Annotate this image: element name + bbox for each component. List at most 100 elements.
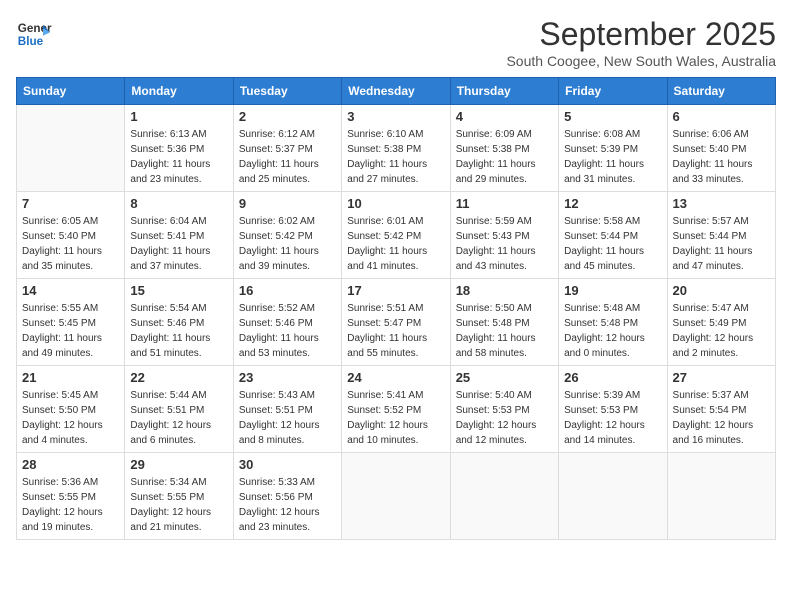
calendar-cell: 9 Sunrise: 6:02 AMSunset: 5:42 PMDaylight… <box>233 192 341 279</box>
day-number: 15 <box>130 283 227 298</box>
day-info: Sunrise: 6:02 AMSunset: 5:42 PMDaylight:… <box>239 214 336 274</box>
day-info: Sunrise: 5:41 AMSunset: 5:52 PMDaylight:… <box>347 388 444 448</box>
weekday-header-thursday: Thursday <box>450 78 558 105</box>
day-number: 1 <box>130 109 227 124</box>
day-info: Sunrise: 6:01 AMSunset: 5:42 PMDaylight:… <box>347 214 444 274</box>
logo: General Blue <box>16 16 52 52</box>
day-number: 9 <box>239 196 336 211</box>
day-info: Sunrise: 5:59 AMSunset: 5:43 PMDaylight:… <box>456 214 553 274</box>
calendar-cell <box>17 105 125 192</box>
weekday-header-monday: Monday <box>125 78 233 105</box>
day-info: Sunrise: 5:40 AMSunset: 5:53 PMDaylight:… <box>456 388 553 448</box>
calendar-cell: 14 Sunrise: 5:55 AMSunset: 5:45 PMDayligh… <box>17 279 125 366</box>
day-info: Sunrise: 5:48 AMSunset: 5:48 PMDaylight:… <box>564 301 661 361</box>
weekday-header-wednesday: Wednesday <box>342 78 450 105</box>
day-number: 14 <box>22 283 119 298</box>
day-number: 10 <box>347 196 444 211</box>
day-number: 16 <box>239 283 336 298</box>
day-number: 25 <box>456 370 553 385</box>
weekday-header-tuesday: Tuesday <box>233 78 341 105</box>
calendar-cell <box>450 453 558 540</box>
calendar-cell: 17 Sunrise: 5:51 AMSunset: 5:47 PMDayligh… <box>342 279 450 366</box>
calendar-cell: 1Sunrise: 6:13 AMSunset: 5:36 PMDaylight… <box>125 105 233 192</box>
day-info: Sunrise: 5:37 AMSunset: 5:54 PMDaylight:… <box>673 388 770 448</box>
day-number: 17 <box>347 283 444 298</box>
calendar-cell: 8Sunrise: 6:04 AMSunset: 5:41 PMDaylight… <box>125 192 233 279</box>
day-number: 6 <box>673 109 770 124</box>
calendar-cell <box>342 453 450 540</box>
calendar-cell <box>667 453 775 540</box>
calendar-cell: 3 Sunrise: 6:10 AMSunset: 5:38 PMDaylight… <box>342 105 450 192</box>
calendar-cell: 20 Sunrise: 5:47 AMSunset: 5:49 PMDayligh… <box>667 279 775 366</box>
day-info: Sunrise: 5:50 AMSunset: 5:48 PMDaylight:… <box>456 301 553 361</box>
calendar-cell: 23 Sunrise: 5:43 AMSunset: 5:51 PMDayligh… <box>233 366 341 453</box>
day-number: 18 <box>456 283 553 298</box>
day-number: 27 <box>673 370 770 385</box>
weekday-header-friday: Friday <box>559 78 667 105</box>
day-number: 26 <box>564 370 661 385</box>
day-number: 24 <box>347 370 444 385</box>
day-info: Sunrise: 6:06 AMSunset: 5:40 PMDaylight:… <box>673 127 770 187</box>
calendar-cell: 19 Sunrise: 5:48 AMSunset: 5:48 PMDayligh… <box>559 279 667 366</box>
weekday-header-saturday: Saturday <box>667 78 775 105</box>
day-number: 3 <box>347 109 444 124</box>
day-info: Sunrise: 6:10 AMSunset: 5:38 PMDaylight:… <box>347 127 444 187</box>
calendar-cell: 18 Sunrise: 5:50 AMSunset: 5:48 PMDayligh… <box>450 279 558 366</box>
day-number: 11 <box>456 196 553 211</box>
day-number: 4 <box>456 109 553 124</box>
day-info: Sunrise: 5:58 AMSunset: 5:44 PMDaylight:… <box>564 214 661 274</box>
calendar-cell: 10 Sunrise: 6:01 AMSunset: 5:42 PMDayligh… <box>342 192 450 279</box>
week-row-4: 21Sunrise: 5:45 AMSunset: 5:50 PMDayligh… <box>17 366 776 453</box>
day-info: Sunrise: 5:39 AMSunset: 5:53 PMDaylight:… <box>564 388 661 448</box>
day-number: 12 <box>564 196 661 211</box>
calendar-cell: 16 Sunrise: 5:52 AMSunset: 5:46 PMDayligh… <box>233 279 341 366</box>
day-info: Sunrise: 5:52 AMSunset: 5:46 PMDaylight:… <box>239 301 336 361</box>
day-info: Sunrise: 6:04 AMSunset: 5:41 PMDaylight:… <box>130 214 227 274</box>
calendar-cell: 7 Sunrise: 6:05 AMSunset: 5:40 PMDaylight… <box>17 192 125 279</box>
svg-text:Blue: Blue <box>18 35 44 48</box>
day-number: 7 <box>22 196 119 211</box>
title-block: September 2025 South Coogee, New South W… <box>506 16 776 69</box>
day-info: Sunrise: 6:08 AMSunset: 5:39 PMDaylight:… <box>564 127 661 187</box>
day-info: Sunrise: 6:05 AMSunset: 5:40 PMDaylight:… <box>22 214 119 274</box>
calendar-cell: 30 Sunrise: 5:33 AMSunset: 5:56 PMDayligh… <box>233 453 341 540</box>
calendar-cell: 11 Sunrise: 5:59 AMSunset: 5:43 PMDayligh… <box>450 192 558 279</box>
calendar-cell: 12 Sunrise: 5:58 AMSunset: 5:44 PMDayligh… <box>559 192 667 279</box>
calendar-cell: 6 Sunrise: 6:06 AMSunset: 5:40 PMDaylight… <box>667 105 775 192</box>
calendar-cell: 27 Sunrise: 5:37 AMSunset: 5:54 PMDayligh… <box>667 366 775 453</box>
day-info: Sunrise: 5:54 AMSunset: 5:46 PMDaylight:… <box>130 301 227 361</box>
week-row-3: 14 Sunrise: 5:55 AMSunset: 5:45 PMDayligh… <box>17 279 776 366</box>
day-number: 20 <box>673 283 770 298</box>
location-subtitle: South Coogee, New South Wales, Australia <box>506 53 776 69</box>
page-header: General Blue September 2025 South Coogee… <box>16 16 776 69</box>
calendar-cell: 13Sunrise: 5:57 AMSunset: 5:44 PMDayligh… <box>667 192 775 279</box>
day-number: 30 <box>239 457 336 472</box>
week-row-1: 1Sunrise: 6:13 AMSunset: 5:36 PMDaylight… <box>17 105 776 192</box>
day-info: Sunrise: 5:43 AMSunset: 5:51 PMDaylight:… <box>239 388 336 448</box>
day-number: 28 <box>22 457 119 472</box>
calendar-cell: 29Sunrise: 5:34 AMSunset: 5:55 PMDayligh… <box>125 453 233 540</box>
day-number: 23 <box>239 370 336 385</box>
day-info: Sunrise: 6:09 AMSunset: 5:38 PMDaylight:… <box>456 127 553 187</box>
day-info: Sunrise: 5:55 AMSunset: 5:45 PMDaylight:… <box>22 301 119 361</box>
calendar-cell: 26 Sunrise: 5:39 AMSunset: 5:53 PMDayligh… <box>559 366 667 453</box>
day-number: 19 <box>564 283 661 298</box>
day-number: 22 <box>130 370 227 385</box>
week-row-5: 28 Sunrise: 5:36 AMSunset: 5:55 PMDayligh… <box>17 453 776 540</box>
week-row-2: 7 Sunrise: 6:05 AMSunset: 5:40 PMDaylight… <box>17 192 776 279</box>
weekday-header-sunday: Sunday <box>17 78 125 105</box>
day-info: Sunrise: 5:33 AMSunset: 5:56 PMDaylight:… <box>239 475 336 535</box>
day-number: 5 <box>564 109 661 124</box>
calendar-cell: 24 Sunrise: 5:41 AMSunset: 5:52 PMDayligh… <box>342 366 450 453</box>
day-info: Sunrise: 6:12 AMSunset: 5:37 PMDaylight:… <box>239 127 336 187</box>
month-title: September 2025 <box>506 16 776 53</box>
calendar-cell: 2Sunrise: 6:12 AMSunset: 5:37 PMDaylight… <box>233 105 341 192</box>
day-info: Sunrise: 5:51 AMSunset: 5:47 PMDaylight:… <box>347 301 444 361</box>
calendar-cell: 5 Sunrise: 6:08 AMSunset: 5:39 PMDaylight… <box>559 105 667 192</box>
day-info: Sunrise: 5:44 AMSunset: 5:51 PMDaylight:… <box>130 388 227 448</box>
day-info: Sunrise: 5:36 AMSunset: 5:55 PMDaylight:… <box>22 475 119 535</box>
weekday-header-row: SundayMondayTuesdayWednesdayThursdayFrid… <box>17 78 776 105</box>
day-info: Sunrise: 5:47 AMSunset: 5:49 PMDaylight:… <box>673 301 770 361</box>
logo-icon: General Blue <box>16 16 52 52</box>
calendar-cell: 28 Sunrise: 5:36 AMSunset: 5:55 PMDayligh… <box>17 453 125 540</box>
